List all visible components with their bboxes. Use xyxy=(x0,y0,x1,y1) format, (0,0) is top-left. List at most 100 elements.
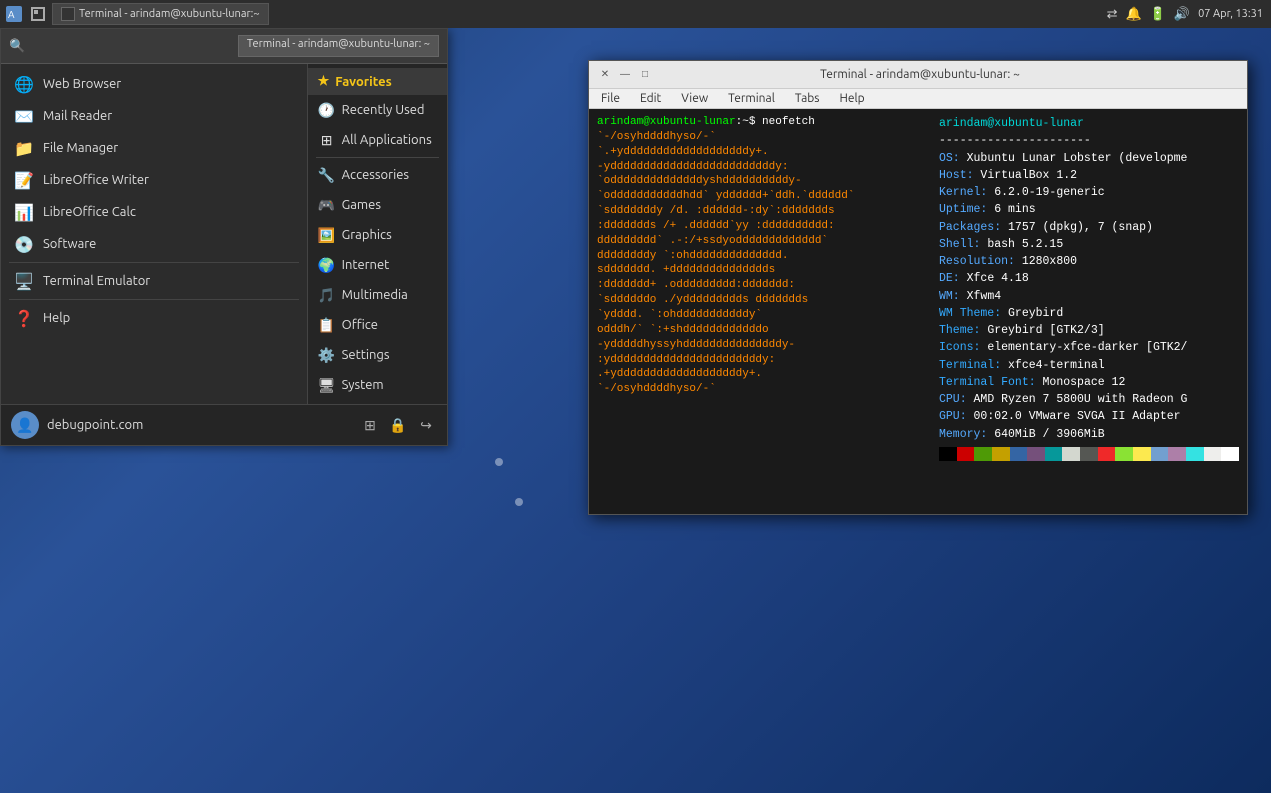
all-applications-label: All Applications xyxy=(342,133,432,147)
system-label: System xyxy=(342,378,384,392)
category-office[interactable]: 📋 Office xyxy=(308,310,447,340)
terminal-minimize-button[interactable]: — xyxy=(617,67,633,83)
search-bar: 🔍 Terminal - arindam@xubuntu-lunar: ~ xyxy=(1,29,447,64)
terminal-title: Terminal - arindam@xubuntu-lunar: ~ xyxy=(653,68,1187,81)
lock-icon[interactable]: 🔒 xyxy=(387,414,409,436)
category-settings[interactable]: ⚙️ Settings xyxy=(308,340,447,370)
left-panel: 🌐 Web Browser ✉️ Mail Reader 📁 File Mana… xyxy=(1,64,308,404)
internet-icon: 🌍 xyxy=(318,256,336,274)
display-settings-icon[interactable]: ⊞ xyxy=(359,414,381,436)
software-icon: 💿 xyxy=(13,233,35,255)
taskbar-window-title: Terminal - arindam@xubuntu-lunar:~ xyxy=(79,8,260,20)
volume-icon: 🔊 xyxy=(1174,7,1190,22)
search-icon: 🔍 xyxy=(9,39,25,54)
graphics-label: Graphics xyxy=(342,228,392,242)
star-icon: ★ xyxy=(318,74,330,89)
accessories-icon: 🔧 xyxy=(318,166,336,184)
category-accessories[interactable]: 🔧 Accessories xyxy=(308,160,447,190)
search-tab-button[interactable]: Terminal - arindam@xubuntu-lunar: ~ xyxy=(238,35,439,57)
desktop-dot-1 xyxy=(495,458,503,466)
terminal-menu-edit[interactable]: Edit xyxy=(636,91,665,106)
menu-item-libreoffice-calc[interactable]: 📊 LibreOffice Calc xyxy=(1,196,307,228)
mail-reader-label: Mail Reader xyxy=(43,109,112,123)
desktop-dot-2 xyxy=(515,498,523,506)
terminal-window: ✕ — □ Terminal - arindam@xubuntu-lunar: … xyxy=(588,60,1248,515)
taskbar: A Terminal - arindam@xubuntu-lunar:~ ⇄ 🔔… xyxy=(0,0,1271,28)
mail-reader-icon: ✉️ xyxy=(13,105,35,127)
terminal-menubar: File Edit View Terminal Tabs Help xyxy=(589,89,1247,109)
terminal-menu-file[interactable]: File xyxy=(597,91,624,106)
taskbar-right: ⇄ 🔔 🔋 🔊 07 Apr, 13:31 xyxy=(1099,7,1271,22)
terminal-controls: ✕ — □ xyxy=(597,67,653,83)
app-menu: 🔍 Terminal - arindam@xubuntu-lunar: ~ 🌐 … xyxy=(0,28,448,446)
graphics-icon: 🖼️ xyxy=(318,226,336,244)
category-internet[interactable]: 🌍 Internet xyxy=(308,250,447,280)
svg-text:A: A xyxy=(8,9,15,20)
games-icon: 🎮 xyxy=(318,196,336,214)
category-games[interactable]: 🎮 Games xyxy=(308,190,447,220)
network-icon: ⇄ xyxy=(1107,7,1118,22)
terminal-titlebar: ✕ — □ Terminal - arindam@xubuntu-lunar: … xyxy=(589,61,1247,89)
category-all-applications[interactable]: ⊞ All Applications xyxy=(308,125,447,155)
terminal-menu-tabs[interactable]: Tabs xyxy=(791,91,824,106)
taskbar-left: A Terminal - arindam@xubuntu-lunar:~ xyxy=(0,3,273,25)
file-manager-label: File Manager xyxy=(43,141,118,155)
menu-item-software[interactable]: 💿 Software xyxy=(1,228,307,260)
bottom-bar: 👤 debugpoint.com ⊞ 🔒 ↪ xyxy=(1,404,447,445)
all-applications-icon: ⊞ xyxy=(318,131,336,149)
username-label: debugpoint.com xyxy=(47,418,351,432)
category-system[interactable]: 🖥 System xyxy=(308,370,447,400)
terminal-close-button[interactable]: ✕ xyxy=(597,67,613,83)
help-label: Help xyxy=(43,311,70,325)
color-blocks xyxy=(939,447,1239,461)
favorites-label: Favorites xyxy=(335,75,392,89)
notification-icon: 🔔 xyxy=(1126,7,1142,22)
category-multimedia[interactable]: 🎵 Multimedia xyxy=(308,280,447,310)
menu-item-mail-reader[interactable]: ✉️ Mail Reader xyxy=(1,100,307,132)
software-label: Software xyxy=(43,237,96,251)
libreoffice-calc-icon: 📊 xyxy=(13,201,35,223)
window-icon xyxy=(61,7,75,21)
recently-used-label: Recently Used xyxy=(342,103,425,117)
accessories-label: Accessories xyxy=(342,168,409,182)
favorites-header: ★ Favorites xyxy=(308,68,447,95)
terminal-emulator-icon: 🖥️ xyxy=(13,270,35,292)
help-icon: ❓ xyxy=(13,307,35,329)
search-input[interactable] xyxy=(31,39,232,54)
terminal-menu-help[interactable]: Help xyxy=(835,91,868,106)
category-recently-used[interactable]: 🕐 Recently Used xyxy=(308,95,447,125)
terminal-neofetch-info: arindam@xubuntu-lunar ------------------… xyxy=(939,115,1239,508)
search-tab-label: Terminal - arindam@xubuntu-lunar: ~ xyxy=(247,38,430,50)
clock: 07 Apr, 13:31 xyxy=(1198,8,1263,20)
settings-label: Settings xyxy=(342,348,390,362)
bottom-icons: ⊞ 🔒 ↪ xyxy=(359,414,437,436)
terminal-emulator-label: Terminal Emulator xyxy=(43,274,150,288)
menu-body: 🌐 Web Browser ✉️ Mail Reader 📁 File Mana… xyxy=(1,64,447,404)
internet-label: Internet xyxy=(342,258,390,272)
battery-icon: 🔋 xyxy=(1150,7,1166,22)
right-panel: ★ Favorites 🕐 Recently Used ⊞ All Applic… xyxy=(308,64,447,404)
games-label: Games xyxy=(342,198,381,212)
libreoffice-writer-icon: 📝 xyxy=(13,169,35,191)
user-avatar: 👤 xyxy=(11,411,39,439)
terminal-menu-terminal[interactable]: Terminal xyxy=(724,91,779,106)
office-label: Office xyxy=(342,318,378,332)
menu-item-web-browser[interactable]: 🌐 Web Browser xyxy=(1,68,307,100)
category-separator xyxy=(316,157,439,158)
terminal-body[interactable]: arindam@xubuntu-lunar:~$ neofetch `-/osy… xyxy=(589,109,1247,514)
terminal-menu-view[interactable]: View xyxy=(677,91,712,106)
menu-separator-2 xyxy=(9,299,299,300)
menu-item-help[interactable]: ❓ Help xyxy=(1,302,307,334)
menu-item-file-manager[interactable]: 📁 File Manager xyxy=(1,132,307,164)
terminal-neofetch-art: arindam@xubuntu-lunar:~$ neofetch `-/osy… xyxy=(597,115,939,508)
terminal-maximize-button[interactable]: □ xyxy=(637,67,653,83)
system-icon: 🖥 xyxy=(318,376,336,394)
multimedia-label: Multimedia xyxy=(342,288,408,302)
libreoffice-writer-label: LibreOffice Writer xyxy=(43,173,149,187)
menu-item-terminal-emulator[interactable]: 🖥️ Terminal Emulator xyxy=(1,265,307,297)
logout-icon[interactable]: ↪ xyxy=(415,414,437,436)
menu-item-libreoffice-writer[interactable]: 📝 LibreOffice Writer xyxy=(1,164,307,196)
category-graphics[interactable]: 🖼️ Graphics xyxy=(308,220,447,250)
taskbar-terminal-button[interactable]: Terminal - arindam@xubuntu-lunar:~ xyxy=(52,3,269,25)
office-icon: 📋 xyxy=(318,316,336,334)
